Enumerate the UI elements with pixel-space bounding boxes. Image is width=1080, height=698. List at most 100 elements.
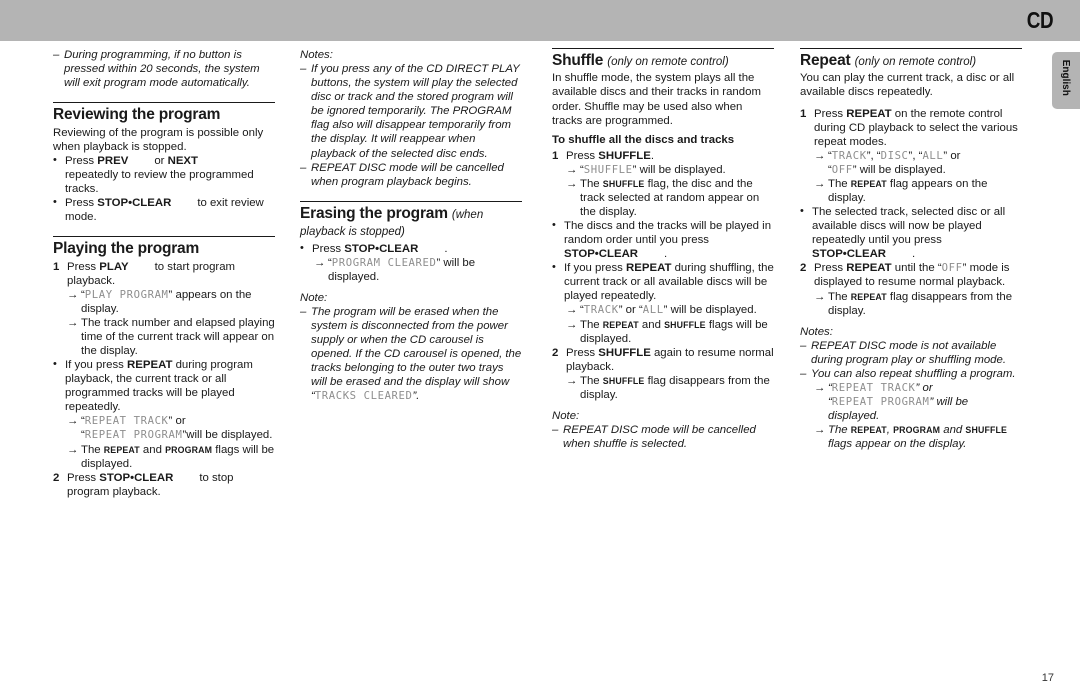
list-item-text: Press STOP•CLEAR to exit review mode. — [65, 196, 275, 224]
flag-repeat: REPEAT — [602, 319, 639, 330]
mid-text: and — [940, 424, 966, 437]
dash-marker: – — [552, 424, 559, 437]
result-text: “REPEAT TRACK” or “REPEAT PROGRAM”will be… — [81, 414, 275, 442]
list-item-lead: The selected track, selected disc or all… — [812, 206, 1006, 247]
section-intro: You can play the current track, a disc o… — [800, 72, 1015, 99]
note-label: Note: — [552, 409, 580, 422]
list-item: • Press PREV or NEXTrepeatedly to review … — [53, 154, 275, 196]
lead-text: The — [828, 290, 851, 303]
step-text: Press SHUFFLE again to resume normal pla… — [566, 346, 774, 374]
note-text: The program will be erased when the syst… — [311, 305, 522, 404]
section-heading-playing: Playing the program — [53, 240, 275, 257]
heading-qualifier: (only on remote control) — [854, 56, 977, 68]
lead-text: The — [580, 318, 603, 331]
dash-marker: – — [800, 367, 807, 380]
press-label: Press — [65, 196, 98, 209]
button-name-shuffle: SHUFFLE — [598, 149, 651, 162]
arrow-marker: → — [566, 163, 578, 176]
bullet-marker: • — [300, 241, 304, 254]
list-item: • If you press REPEAT during shuffling, … — [552, 261, 774, 303]
section-intro: Reviewing of the program is possible onl… — [53, 126, 264, 153]
result-tail: ”will be displayed. — [182, 429, 273, 442]
period: . — [664, 248, 668, 261]
bullet-marker: • — [552, 218, 556, 231]
period: . — [650, 149, 654, 162]
flag-shuffle: SHUFFLE — [664, 319, 706, 330]
note-text: REPEAT DISC mode is not available during… — [811, 339, 1007, 366]
press-label: Press — [814, 262, 847, 275]
section-heading-shuffle: Shuffle (only on remote control) — [552, 52, 774, 69]
arrow-marker: → — [566, 304, 578, 317]
step-text: Press PLAY to start program playback. — [67, 260, 275, 288]
step-number: 2 — [800, 262, 807, 275]
language-tab-english[interactable]: English — [1052, 52, 1080, 109]
result-tail: ” will be displayed. — [663, 304, 757, 317]
flag-shuffle: SHUFFLE — [602, 375, 645, 386]
result-tail: flags appear on the display. — [828, 438, 967, 451]
result-text: “TRACK”, “DISC”, “ALL” or “OFF” will be d… — [828, 149, 1022, 177]
step-item: 2 Press STOP•CLEAR to stop program playba… — [53, 471, 275, 499]
result-text: “TRACK” or “ALL” will be displayed. — [580, 303, 774, 317]
result-text: The SHUFFLE flag, the disc and the track… — [580, 177, 774, 219]
language-tab-label: English — [1060, 59, 1072, 96]
heading-text: Playing the program — [53, 240, 200, 258]
list-item: • The selected track, selected disc or a… — [800, 205, 1022, 261]
note-text: You can also repeat shuffling a program. — [811, 367, 1016, 380]
note-item: – If you press any of the CD DIRECT PLAY… — [300, 62, 522, 161]
arrow-marker: → — [67, 415, 79, 428]
arrow-marker: → — [566, 177, 578, 190]
heading-qualifier: (only on remote control) — [607, 56, 729, 68]
result-item: → The REPEAT and PROGRAM flags will be d… — [67, 443, 275, 471]
arrow-marker: → — [67, 288, 79, 301]
flag-repeat: REPEAT — [103, 444, 140, 455]
step-text: Press SHUFFLE. — [566, 149, 774, 163]
sep-text: ”, “ — [908, 149, 923, 162]
button-name-next: NEXT — [167, 154, 198, 167]
note-item: – During programming, if no button is pr… — [53, 48, 275, 90]
dash-marker: – — [300, 305, 307, 318]
result-item: → “REPEAT TRACK” or “REPEAT PROGRAM” will… — [814, 381, 1022, 423]
button-name-repeat: REPEAT — [127, 359, 173, 372]
display-text: ALL — [922, 149, 944, 162]
arrow-marker: → — [314, 256, 326, 269]
button-name-prev: PREV — [97, 154, 129, 167]
note-item: – You can also repeat shuffling a progra… — [800, 367, 1022, 381]
column-4: Repeat (only on remote control) You can … — [800, 48, 1022, 451]
section-rule — [53, 102, 275, 104]
button-name-stop-clear: STOP•CLEAR — [812, 248, 887, 261]
bullet-marker: • — [800, 205, 804, 218]
flag-repeat: REPEAT — [850, 425, 887, 436]
result-item: → The SHUFFLE flag disappears from the d… — [566, 374, 774, 402]
flag-repeat: REPEAT — [850, 178, 887, 189]
display-text: REPEAT TRACK — [831, 382, 916, 394]
arrow-marker: → — [814, 382, 826, 394]
arrow-marker: → — [67, 443, 79, 456]
result-item: → The REPEAT flag disappears from the di… — [814, 290, 1022, 318]
display-text: OFF — [941, 262, 963, 275]
step-text: Press STOP•CLEAR to stop program playback… — [67, 471, 275, 499]
section-rule — [53, 236, 275, 238]
button-name-shuffle: SHUFFLE — [598, 346, 651, 359]
press-label: Press — [566, 346, 599, 359]
page-number: 17 — [1041, 672, 1054, 684]
result-item: → “TRACK” or “ALL” will be displayed. — [566, 303, 774, 317]
result-text: The REPEAT and SHUFFLE flags will be dis… — [580, 318, 774, 346]
result-item: → “REPEAT TRACK” or “REPEAT PROGRAM”will … — [67, 414, 275, 442]
section-heading-erasing: Erasing the program (when playback is st… — [300, 205, 522, 240]
list-item: • The discs and the tracks will be playe… — [552, 219, 774, 261]
flag-shuffle: SHUFFLE — [965, 425, 1008, 436]
result-text: “REPEAT TRACK” or “REPEAT PROGRAM” will b… — [828, 381, 1022, 423]
result-item: → “TRACK”, “DISC”, “ALL” or “OFF” will be… — [814, 149, 1022, 177]
mid-text: and — [638, 318, 665, 331]
heading-text: Repeat — [800, 52, 851, 69]
result-item: → “SHUFFLE” will be displayed. — [566, 163, 774, 177]
step-item: 1 Press SHUFFLE. — [552, 149, 774, 163]
note-text: If you press any of the CD DIRECT PLAY b… — [311, 63, 520, 160]
subheading-shuffle-all: To shuffle all the discs and tracks — [552, 133, 735, 146]
bullet-marker: • — [53, 195, 57, 208]
arrow-marker: → — [814, 424, 826, 437]
section-rule — [300, 200, 522, 202]
note-item: – REPEAT DISC mode will be cancelled whe… — [300, 161, 522, 189]
mid-text: until the “ — [891, 262, 942, 275]
result-tail: ” will be displayed. — [852, 163, 946, 176]
